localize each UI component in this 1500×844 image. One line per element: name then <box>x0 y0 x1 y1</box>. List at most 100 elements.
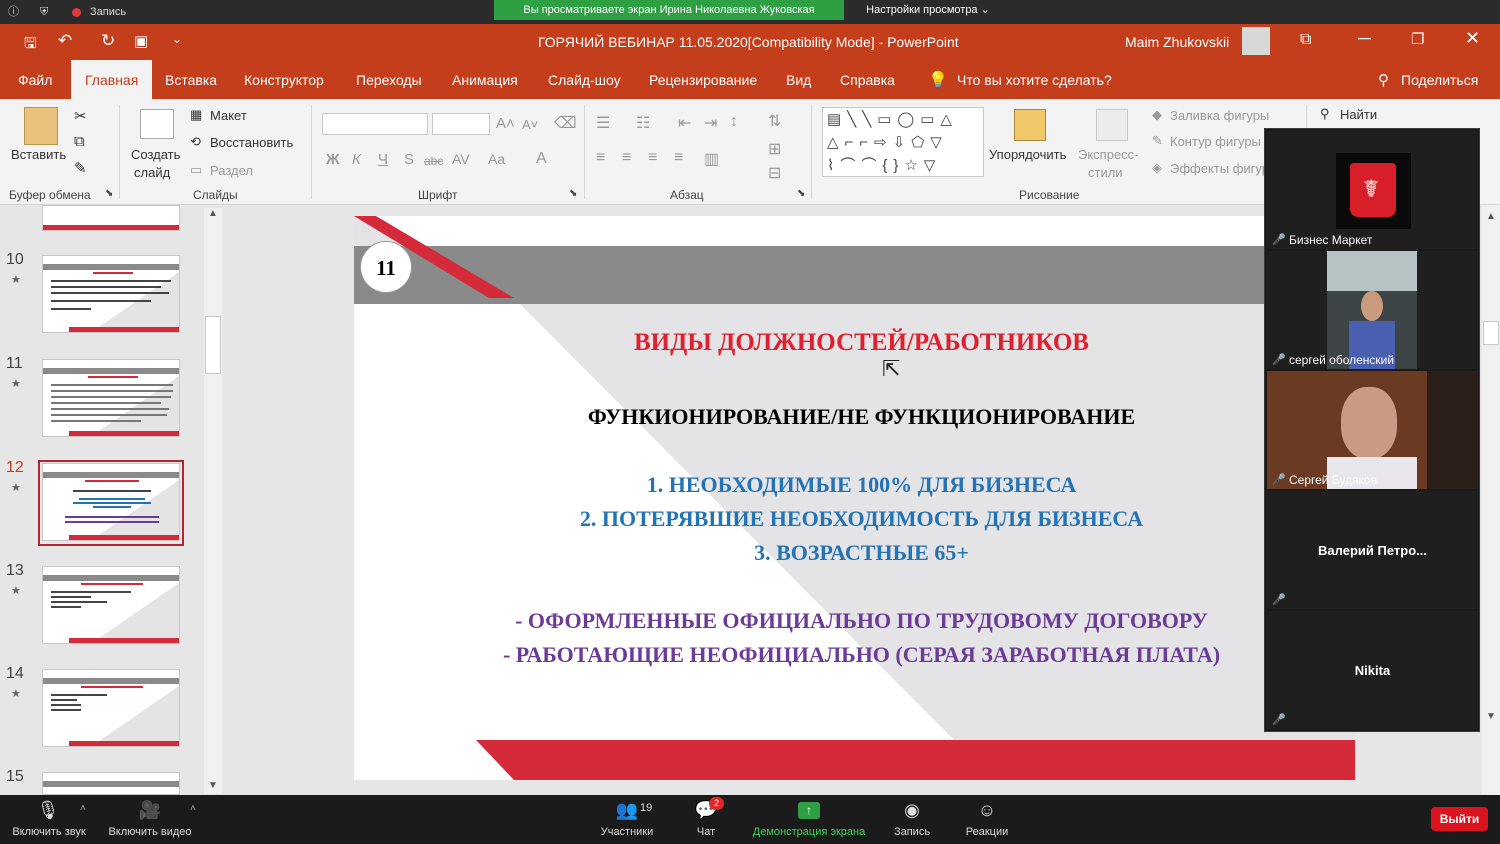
paragraph-launcher-icon[interactable]: ⬊ <box>797 188 805 199</box>
tab-view[interactable]: Вид <box>786 60 811 99</box>
tab-slideshow[interactable]: Слайд-шоу <box>548 60 621 99</box>
new-slide-icon[interactable] <box>140 109 174 139</box>
quick-styles-label-2[interactable]: стили <box>1088 165 1123 180</box>
scroll-up-icon[interactable]: ▲ <box>1486 211 1496 222</box>
shield-icon[interactable]: ⛨ <box>40 0 48 24</box>
numbering-icon[interactable]: ☷ <box>636 113 650 133</box>
record-icon[interactable]: ◉ <box>900 800 924 821</box>
reset-button[interactable]: Восстановить <box>210 135 293 150</box>
quick-styles-label-1[interactable]: Экспресс- <box>1078 147 1139 162</box>
start-slideshow-icon[interactable]: ▣ <box>134 32 148 50</box>
avatar[interactable] <box>1242 27 1270 55</box>
restore-icon[interactable]: ❐ <box>1411 30 1424 48</box>
video-off-icon[interactable]: 🎥 <box>137 800 163 821</box>
underline-button[interactable]: Ч <box>378 151 388 168</box>
reactions-button[interactable]: Реакции <box>960 826 1014 838</box>
tab-home[interactable]: Главная <box>71 60 153 99</box>
thumbnails-scrollbar[interactable]: ▲ ▼ <box>204 208 222 794</box>
scroll-up-icon[interactable]: ▲ <box>208 208 218 219</box>
format-painter-icon[interactable]: ✎ <box>74 159 87 177</box>
tab-review[interactable]: Рецензирование <box>649 60 757 99</box>
arrange-icon[interactable] <box>1014 109 1046 141</box>
justify-icon[interactable]: ≡ <box>674 149 683 167</box>
text-direction-icon[interactable]: ⇅ <box>768 111 781 131</box>
align-text-icon[interactable]: ⊞ <box>768 139 781 159</box>
find-button[interactable]: Найти <box>1340 107 1377 122</box>
strikethrough-button[interactable]: abc <box>424 154 443 168</box>
shape-fill-button[interactable]: Заливка фигуры <box>1170 108 1269 123</box>
participants-button[interactable]: Участники <box>590 826 664 838</box>
shapes-gallery[interactable]: ▤╲╲▭◯▭△ △⌐⌐⇨⇩⬠▽ ⌇⌒⌒{}☆▽ <box>822 107 984 177</box>
scroll-thumb[interactable] <box>1483 321 1499 345</box>
mute-options-icon[interactable]: ˄ <box>80 803 86 814</box>
align-center-icon[interactable]: ≡ <box>622 149 631 167</box>
video-options-icon[interactable]: ˄ <box>190 803 196 814</box>
clear-format-icon[interactable]: ⌫ <box>554 113 577 133</box>
new-slide-label-2[interactable]: слайд <box>134 165 170 180</box>
paste-button[interactable]: Вставить <box>11 147 66 162</box>
share-button[interactable]: Поделиться <box>1401 60 1478 99</box>
close-icon[interactable]: ✕ <box>1465 28 1480 49</box>
view-options-button[interactable]: Настройки просмотра ⌄ <box>848 0 1008 20</box>
tab-animations[interactable]: Анимация <box>452 60 518 99</box>
video-tile[interactable]: 🎤 Сергей Будяков <box>1267 371 1478 489</box>
columns-icon[interactable]: ▥ <box>704 149 719 169</box>
new-slide-label-1[interactable]: Создать <box>131 147 180 162</box>
video-tile[interactable]: Валерий Петро... 🎤 <box>1267 491 1478 609</box>
slide-canvas[interactable]: 11 ВИДЫ ДОЛЖНОСТЕЙ/РАБОТНИКОВ ФУНКИОНИРО… <box>354 216 1355 780</box>
slide-thumbnail-14[interactable] <box>42 669 180 747</box>
arrange-button[interactable]: Упорядочить <box>989 147 1066 162</box>
ribbon-display-icon[interactable]: ⧉ <box>1300 31 1311 49</box>
share-screen-icon[interactable]: ↑ <box>798 802 820 819</box>
scroll-down-icon[interactable]: ▼ <box>1486 711 1496 722</box>
cut-icon[interactable]: ✂ <box>74 107 87 125</box>
shape-outline-button[interactable]: Контур фигуры <box>1170 134 1261 149</box>
shadow-button[interactable]: S <box>404 151 414 168</box>
align-left-icon[interactable]: ≡ <box>596 149 605 167</box>
tab-design[interactable]: Конструктор <box>244 60 324 99</box>
slide-thumbnail-15[interactable] <box>42 772 180 795</box>
slide-scrollbar[interactable]: ▲ ▼ <box>1482 205 1500 795</box>
align-right-icon[interactable]: ≡ <box>648 149 657 167</box>
slide-thumbnail-10[interactable] <box>42 255 180 333</box>
slide-thumbnail-11[interactable] <box>42 359 180 437</box>
info-icon[interactable]: ⓘ <box>8 0 19 24</box>
font-size-select[interactable] <box>432 113 490 135</box>
tell-me-search[interactable]: Что вы хотите сделать? <box>957 60 1112 99</box>
section-button[interactable]: Раздел <box>210 163 253 178</box>
start-video-button[interactable]: Включить видео <box>104 826 196 838</box>
reactions-icon[interactable]: ☺ <box>975 800 999 821</box>
bullets-icon[interactable]: ☰ <box>596 113 610 133</box>
grow-font-icon[interactable]: A˄ <box>496 115 515 132</box>
share-screen-button[interactable]: Демонстрация экрана <box>748 826 870 838</box>
tab-insert[interactable]: Вставка <box>165 60 217 99</box>
participants-icon[interactable]: 👥 <box>614 800 640 821</box>
scroll-thumb[interactable] <box>205 316 221 374</box>
font-color-button[interactable]: A <box>536 150 547 168</box>
redo-icon[interactable]: ↻ <box>101 31 115 51</box>
tab-transitions[interactable]: Переходы <box>356 60 422 99</box>
save-icon[interactable]: 🖫 <box>24 33 37 58</box>
video-tile[interactable]: Nikita 🎤 <box>1267 611 1478 729</box>
video-tile[interactable]: ☤ 🎤 Бизнес Маркет <box>1267 131 1478 249</box>
increase-indent-icon[interactable]: ⇥ <box>704 113 717 133</box>
copy-icon[interactable]: ⧉ <box>74 133 85 150</box>
chat-button[interactable]: Чат <box>686 826 726 838</box>
slide-thumbnail-13[interactable] <box>42 566 180 644</box>
char-spacing-button[interactable]: AV <box>452 151 470 167</box>
quick-styles-icon[interactable] <box>1096 109 1128 141</box>
shrink-font-icon[interactable]: A˅ <box>522 117 538 132</box>
slide-thumbnail-9[interactable] <box>42 205 180 231</box>
scroll-down-icon[interactable]: ▼ <box>208 780 218 791</box>
video-tile[interactable]: 🎤 сергей оболенский <box>1267 251 1478 369</box>
bold-button[interactable]: Ж <box>326 151 340 168</box>
layout-button[interactable]: Макет <box>210 108 247 123</box>
line-spacing-icon[interactable]: ↕ <box>730 113 738 131</box>
tab-help[interactable]: Справка <box>840 60 895 99</box>
italic-button[interactable]: К <box>352 151 361 168</box>
record-button[interactable]: Запись <box>886 826 938 838</box>
muted-mic-icon[interactable]: 🎙 <box>36 800 60 821</box>
customize-qat-icon[interactable]: ⌄ <box>172 32 182 46</box>
clipboard-launcher-icon[interactable]: ⬊ <box>105 188 113 199</box>
unmute-button[interactable]: Включить звук <box>8 826 90 838</box>
